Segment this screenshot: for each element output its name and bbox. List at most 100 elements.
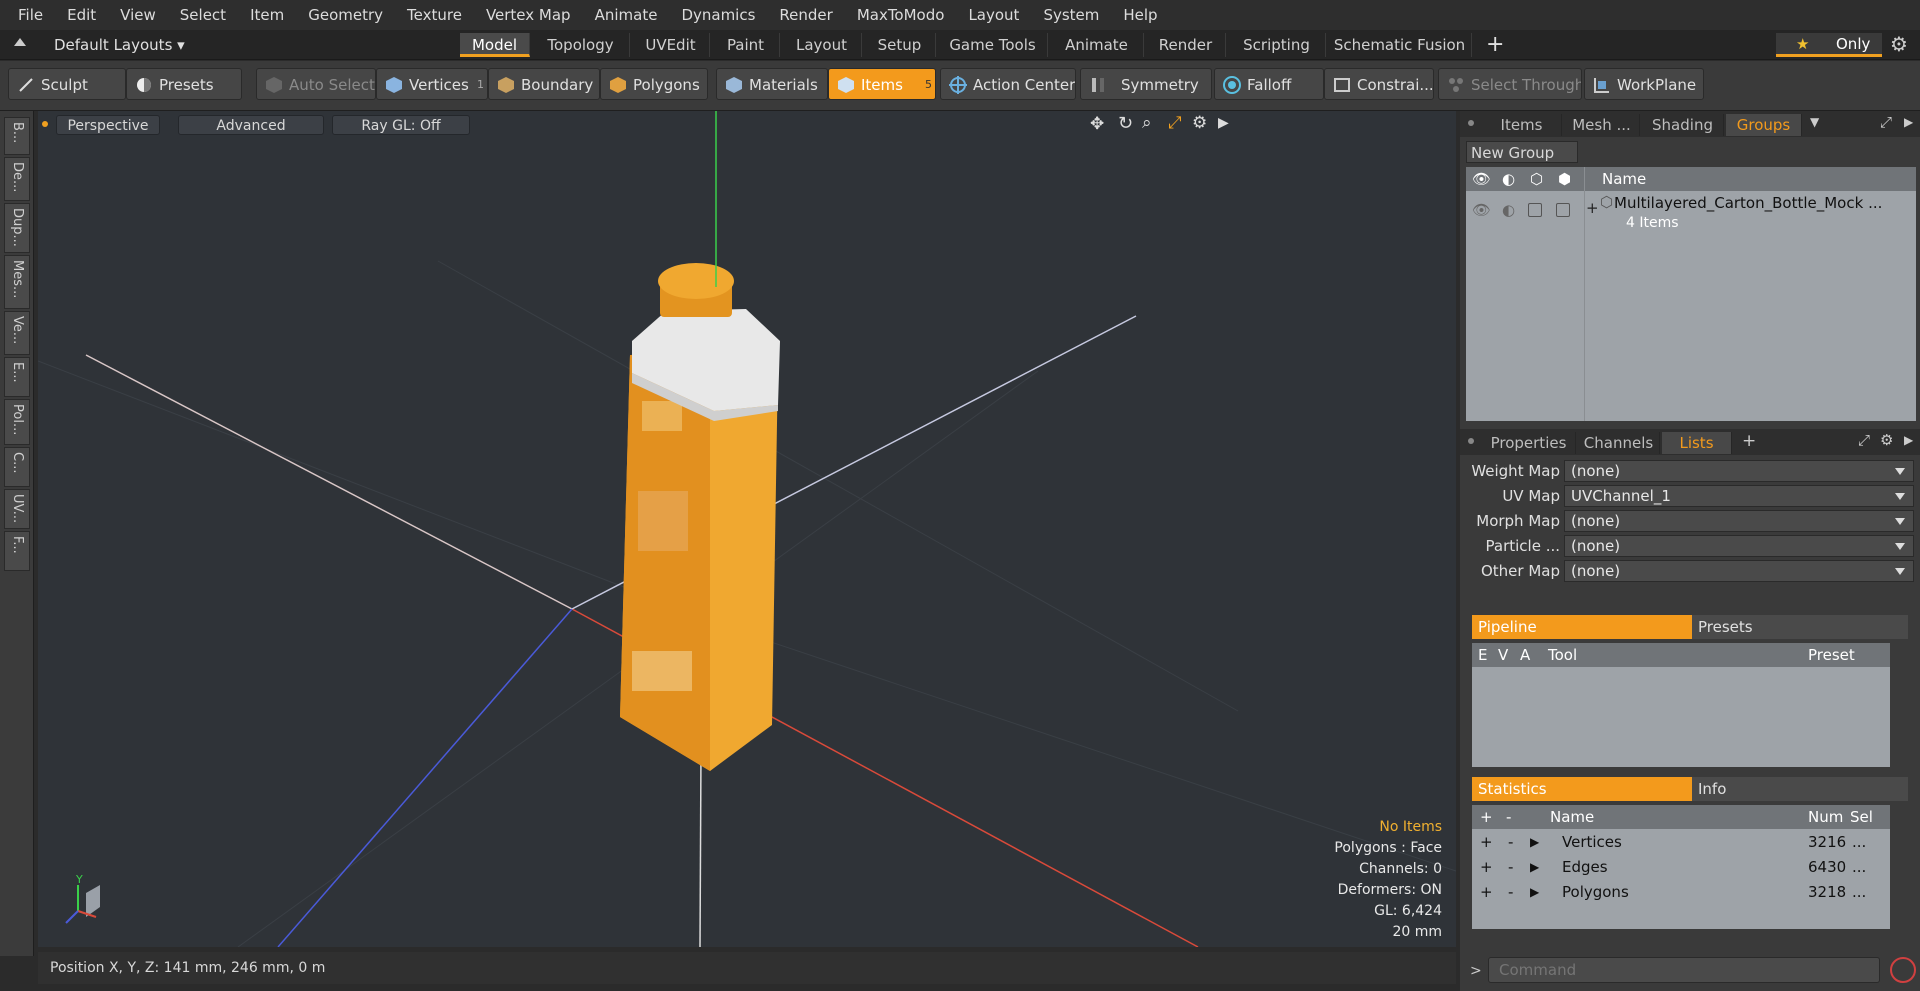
viewport-scene[interactable]: Y [38,111,1456,947]
perspective-button[interactable]: Perspective [56,115,160,135]
menu-vertex-map[interactable]: Vertex Map [474,0,583,30]
tabs-dropdown-icon[interactable]: ▼ [1810,115,1819,129]
panel-maximize-icon[interactable]: ⤢ [1880,113,1892,131]
render-toggle-icon[interactable]: ◐ [1502,201,1515,219]
vtab-fusion[interactable]: F... [4,531,30,571]
tab-mesh[interactable]: Mesh ... [1564,114,1640,136]
viewport-menu-dot[interactable] [42,121,48,127]
vtab-curve[interactable]: C... [4,447,30,487]
menu-help[interactable]: Help [1111,0,1169,30]
shading-button[interactable]: Advanced [178,115,324,135]
viewport-gear-icon[interactable]: ⚙ [1192,113,1207,133]
pipeline-list[interactable]: E V A Tool Preset [1472,643,1890,767]
rotate-view-icon[interactable]: ↻ [1118,113,1133,134]
tab-items[interactable]: Items [1482,114,1562,136]
select-checkbox[interactable] [1556,203,1570,217]
only-toggle[interactable]: ★ Only [1776,33,1882,57]
menu-select[interactable]: Select [168,0,238,30]
table-row[interactable]: + - ▶ Edges 6430 ... [1472,855,1892,880]
menu-layout[interactable]: Layout [956,0,1031,30]
menu-animate[interactable]: Animate [583,0,670,30]
menu-file[interactable]: File [6,0,55,30]
bottle-model[interactable] [620,263,780,771]
vtab-mesh[interactable]: Mes... [4,255,30,309]
items-button[interactable]: Items 5 [828,68,936,100]
row-minus[interactable]: - [1508,855,1513,880]
vtab-deform[interactable]: De... [4,157,30,201]
presets-button[interactable]: Presets [126,68,242,100]
tab-channels[interactable]: Channels [1578,432,1660,454]
menu-view[interactable]: View [108,0,168,30]
tab-lists[interactable]: Lists [1662,432,1732,454]
groups-list[interactable]: 👁 ◐ ⬡ ⬢ Name 👁 ◐ + ⬡ Multilayered_Carton… [1466,167,1916,421]
panel-maximize-icon-2[interactable]: ⤢ [1858,431,1870,449]
tab-game-tools[interactable]: Game Tools [938,33,1048,57]
particle-select[interactable]: (none) [1564,535,1914,557]
symmetry-button[interactable]: Symmetry [1080,68,1212,100]
table-row[interactable]: + - ▶ Polygons 3218 ... [1472,880,1892,905]
add-tab-button[interactable]: + [1486,32,1504,58]
action-center-button[interactable]: Action Center [940,68,1076,100]
row-plus[interactable]: + [1480,830,1493,855]
other-map-select[interactable]: (none) [1564,560,1914,582]
lock-checkbox[interactable] [1528,203,1542,217]
tab-presets[interactable]: Presets [1692,615,1908,639]
select-through-button[interactable]: Select Through [1438,68,1582,100]
tab-render[interactable]: Render [1146,33,1226,57]
vtab-polygon[interactable]: Pol... [4,399,30,445]
eye-icon[interactable]: 👁 [1472,201,1491,219]
constraints-button[interactable]: Constrai... [1324,68,1434,100]
layouts-dropdown[interactable]: Default Layouts ▾ [54,33,185,57]
materials-button[interactable]: Materials [716,68,828,100]
vtab-vertex[interactable]: Ve... [4,311,30,355]
command-input[interactable] [1488,957,1880,983]
tab-animate[interactable]: Animate [1050,33,1144,57]
gear-icon[interactable]: ⚙ [1890,32,1908,56]
row-plus[interactable]: + [1480,855,1493,880]
tab-groups[interactable]: Groups [1726,114,1802,136]
menu-maxtomodo[interactable]: MaxToModo [845,0,957,30]
row-minus[interactable]: - [1508,880,1513,905]
morph-map-select[interactable]: (none) [1564,510,1914,532]
uv-map-select[interactable]: UVChannel_1 [1564,485,1914,507]
vertices-button[interactable]: Vertices 1 [376,68,488,100]
record-icon[interactable] [1890,957,1916,983]
tab-info[interactable]: Info [1692,777,1908,801]
menu-texture[interactable]: Texture [395,0,474,30]
menu-geometry[interactable]: Geometry [296,0,395,30]
tab-uvedit[interactable]: UVEdit [632,33,710,57]
move-view-icon[interactable]: ✥ [1090,114,1104,134]
menu-item[interactable]: Item [238,0,296,30]
weight-map-select[interactable]: (none) [1564,460,1914,482]
sculpt-button[interactable]: Sculpt [8,68,126,100]
table-row[interactable]: + - ▶ Vertices 3216 ... [1472,830,1892,855]
zoom-view-icon[interactable]: ⌕ [1142,113,1152,133]
panel-gear-icon[interactable]: ⚙ [1880,431,1893,449]
falloff-button[interactable]: Falloff [1214,68,1324,100]
raygl-button[interactable]: Ray GL: Off [332,115,470,135]
3d-viewport[interactable]: Y Perspective Advanced Ray GL: Off ✥ ↻ ⌕… [38,111,1456,947]
boundary-button[interactable]: Boundary [488,68,600,100]
vtab-uv[interactable]: UV... [4,489,30,529]
expand-arrow-icon[interactable]: ▶ [1530,880,1539,905]
tab-model[interactable]: Model [460,33,530,57]
new-group-button[interactable]: New Group [1466,141,1578,163]
tab-properties[interactable]: Properties [1482,432,1576,454]
vtab-duplicate[interactable]: Dup... [4,203,30,253]
tab-schematic-fusion[interactable]: Schematic Fusion [1328,33,1472,57]
menu-dynamics[interactable]: Dynamics [669,0,767,30]
tab-layout[interactable]: Layout [782,33,862,57]
group-row[interactable]: 👁 ◐ + ⬡ Multilayered_Carton_Bottle_Mock … [1466,191,1916,241]
vtab-basic[interactable]: B... [4,117,30,155]
expand-arrow-icon[interactable]: ▶ [1530,830,1539,855]
vtab-edge[interactable]: E... [4,357,30,397]
tab-setup[interactable]: Setup [864,33,936,57]
auto-select-button[interactable]: Auto Select [256,68,376,100]
polygons-button[interactable]: Polygons [600,68,708,100]
menu-render[interactable]: Render [767,0,844,30]
expand-plus-icon[interactable]: + [1586,199,1599,217]
workplane-button[interactable]: WorkPlane [1584,68,1704,100]
panel-expand-icon-2[interactable]: ▶ [1904,433,1913,447]
viewport-expand-icon[interactable]: ▶ [1218,115,1229,131]
maximize-view-icon[interactable]: ⤢ [1168,113,1182,133]
